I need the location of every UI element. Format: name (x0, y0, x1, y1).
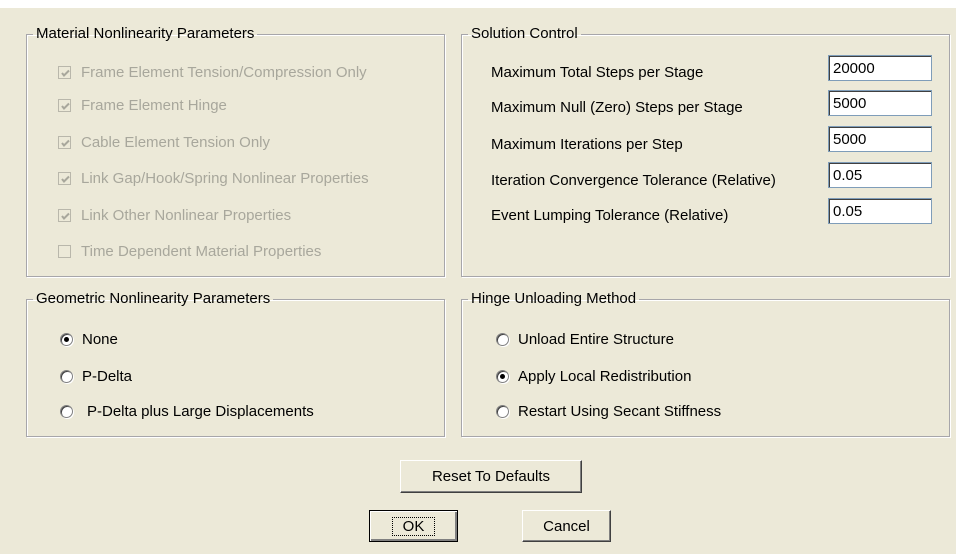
geometric-nonlinearity-title: Geometric Nonlinearity Parameters (36, 290, 271, 307)
radio-button[interactable] (496, 332, 509, 346)
label-max-total-steps: Maximum Total Steps per Stage (491, 64, 704, 81)
checkmark-icon (61, 212, 70, 220)
hinge-unloading-title: Hinge Unloading Method (471, 290, 637, 307)
reset-defaults-label: Reset To Defaults (431, 468, 551, 485)
max-iterations-input[interactable] (828, 126, 932, 152)
max-null-steps-input[interactable] (828, 90, 932, 116)
top-edge (0, 0, 956, 8)
checkbox-box[interactable] (58, 208, 71, 222)
checkbox-link-gap-hook-spring[interactable]: Link Gap/Hook/Spring Nonlinear Propertie… (58, 168, 369, 188)
checkmark-icon (61, 69, 70, 77)
solution-control-title: Solution Control (471, 25, 578, 42)
radio-button[interactable] (496, 369, 509, 383)
checkmark-icon (61, 102, 70, 110)
cancel-button[interactable]: Cancel (522, 510, 611, 542)
radio-apply-local-redistribution[interactable]: Apply Local Redistribution (496, 366, 691, 386)
checkbox-time-dependent[interactable]: Time Dependent Material Properties (58, 241, 321, 261)
radio-unload-entire[interactable]: Unload Entire Structure (496, 329, 674, 349)
checkbox-cable-tension[interactable]: Cable Element Tension Only (58, 132, 270, 152)
iteration-tolerance-input[interactable] (828, 162, 932, 188)
radio-button[interactable] (60, 332, 73, 346)
max-total-steps-input[interactable] (828, 55, 932, 81)
checkbox-frame-hinge[interactable]: Frame Element Hinge (58, 95, 227, 115)
checkmark-icon (61, 175, 70, 183)
radio-button[interactable] (60, 404, 73, 418)
label-iteration-tolerance: Iteration Convergence Tolerance (Relativ… (491, 172, 776, 189)
checkbox-label: Cable Element Tension Only (81, 133, 270, 151)
radio-geometric-p-delta-large[interactable]: P-Delta plus Large Displacements (60, 401, 314, 421)
checkbox-link-other[interactable]: Link Other Nonlinear Properties (58, 205, 291, 225)
checkbox-box[interactable] (58, 65, 71, 79)
checkbox-box[interactable] (58, 135, 71, 149)
ok-label: OK (391, 516, 436, 536)
checkbox-box[interactable] (58, 244, 71, 258)
checkbox-label: Frame Element Tension/Compression Only (81, 63, 367, 81)
checkbox-frame-tension-compression[interactable]: Frame Element Tension/Compression Only (58, 62, 367, 82)
ok-button[interactable]: OK (369, 510, 458, 542)
label-event-lumping-tolerance: Event Lumping Tolerance (Relative) (491, 207, 729, 224)
radio-button[interactable] (60, 369, 73, 383)
label-max-iterations: Maximum Iterations per Step (491, 136, 683, 153)
radio-label: P-Delta plus Large Displacements (87, 402, 314, 420)
reset-defaults-button[interactable]: Reset To Defaults (400, 460, 582, 493)
radio-label: Restart Using Secant Stiffness (518, 402, 722, 420)
event-lumping-tolerance-input[interactable] (828, 198, 932, 224)
radio-label: Unload Entire Structure (518, 330, 674, 348)
cancel-label: Cancel (543, 517, 590, 535)
radio-restart-secant[interactable]: Restart Using Secant Stiffness (496, 401, 721, 421)
radio-geometric-none[interactable]: None (60, 329, 118, 349)
checkbox-label: Link Other Nonlinear Properties (81, 206, 292, 224)
label-max-null-steps: Maximum Null (Zero) Steps per Stage (491, 99, 743, 116)
checkmark-icon (61, 139, 70, 147)
checkbox-box[interactable] (58, 98, 71, 112)
radio-label: P-Delta (82, 367, 133, 385)
material-nonlinearity-title: Material Nonlinearity Parameters (36, 25, 255, 42)
radio-label: Apply Local Redistribution (518, 367, 692, 385)
checkbox-label: Link Gap/Hook/Spring Nonlinear Propertie… (81, 169, 369, 187)
radio-label: None (82, 330, 118, 348)
radio-button[interactable] (496, 404, 509, 418)
checkbox-box[interactable] (58, 171, 71, 185)
radio-geometric-p-delta[interactable]: P-Delta (60, 366, 132, 386)
checkbox-label: Time Dependent Material Properties (81, 242, 322, 260)
checkbox-label: Frame Element Hinge (81, 96, 227, 114)
